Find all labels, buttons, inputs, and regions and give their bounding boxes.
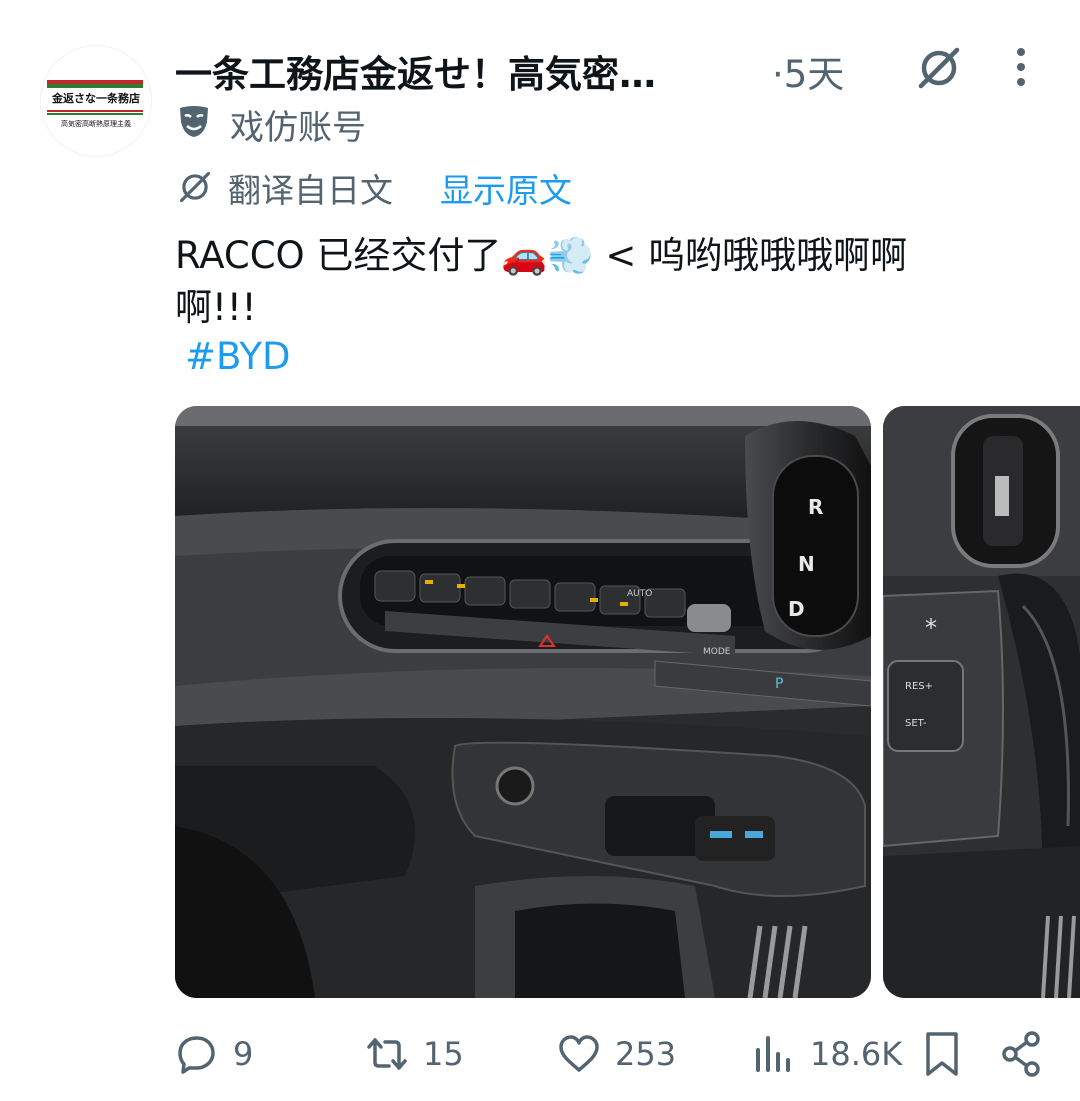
shift-d: D: [788, 597, 805, 621]
reply-count: 9: [233, 1035, 254, 1073]
translated-from-label: 翻译自日文: [228, 171, 393, 210]
author-name[interactable]: 一条工務店金返せ！高気密…: [175, 44, 735, 98]
grok-icon[interactable]: [915, 44, 963, 92]
tweet-text-line-1: RACCO 已经交付了🚗💨 < 呜哟哦哦哦啊啊: [175, 234, 908, 277]
retweet-icon: [367, 1038, 407, 1070]
parody-icon: [180, 106, 208, 137]
shift-n: N: [798, 552, 815, 576]
reply-icon: [178, 1036, 215, 1074]
views-button[interactable]: 18.6K: [752, 1028, 902, 1080]
views-icon: [756, 1036, 790, 1072]
like-count: 253: [615, 1035, 677, 1073]
tweet-text: RACCO 已经交付了🚗💨 < 呜哟哦哦哦啊啊 啊!!!: [175, 230, 1055, 334]
panel-auto-label: AUTO: [627, 589, 652, 599]
avatar[interactable]: 金返さな一条務店 高気密高断熱原理主義: [40, 45, 152, 157]
more-icon[interactable]: [1008, 46, 1034, 88]
avatar-subtitle: 高気密高断熱原理主義: [61, 120, 131, 128]
panel-mode-label: MODE: [703, 647, 731, 657]
share-icon[interactable]: [1000, 1030, 1044, 1078]
views-count: 18.6K: [810, 1035, 903, 1073]
reply-button[interactable]: 9: [175, 1028, 253, 1080]
parody-label: 戏仿账号: [230, 108, 366, 148]
media-image-steering[interactable]: * RES+ SET-: [883, 406, 1080, 998]
avatar-stripe-green: [47, 84, 143, 88]
hashtag-link[interactable]: #BYD: [185, 335, 290, 378]
avatar-stripe-red-2: [47, 110, 143, 112]
bookmark-icon[interactable]: [922, 1030, 962, 1078]
tweet-text-line-2: 啊!!!: [175, 286, 257, 329]
avatar-title: 金返さな一条務店: [52, 92, 140, 105]
media-image-dashboard[interactable]: AUTO MODE P R N D: [175, 406, 871, 998]
avatar-stripe-green-2: [47, 113, 143, 115]
set-label: SET-: [905, 718, 927, 729]
steering-photo: * RES+ SET-: [883, 406, 1080, 998]
like-icon: [559, 1035, 599, 1072]
translate-icon: [179, 171, 211, 203]
like-button[interactable]: 253: [557, 1028, 676, 1080]
show-original-link[interactable]: 显示原文: [440, 164, 572, 212]
res-label: RES+: [905, 681, 933, 692]
steering-star-icon: *: [925, 614, 937, 642]
shift-r: R: [808, 495, 823, 519]
gear-p-label: P: [775, 676, 783, 692]
post-time[interactable]: ·5天: [772, 44, 844, 98]
retweet-count: 15: [423, 1035, 464, 1073]
dashboard-photo: AUTO MODE P R N D: [175, 406, 871, 998]
retweet-button[interactable]: 15: [365, 1028, 464, 1080]
